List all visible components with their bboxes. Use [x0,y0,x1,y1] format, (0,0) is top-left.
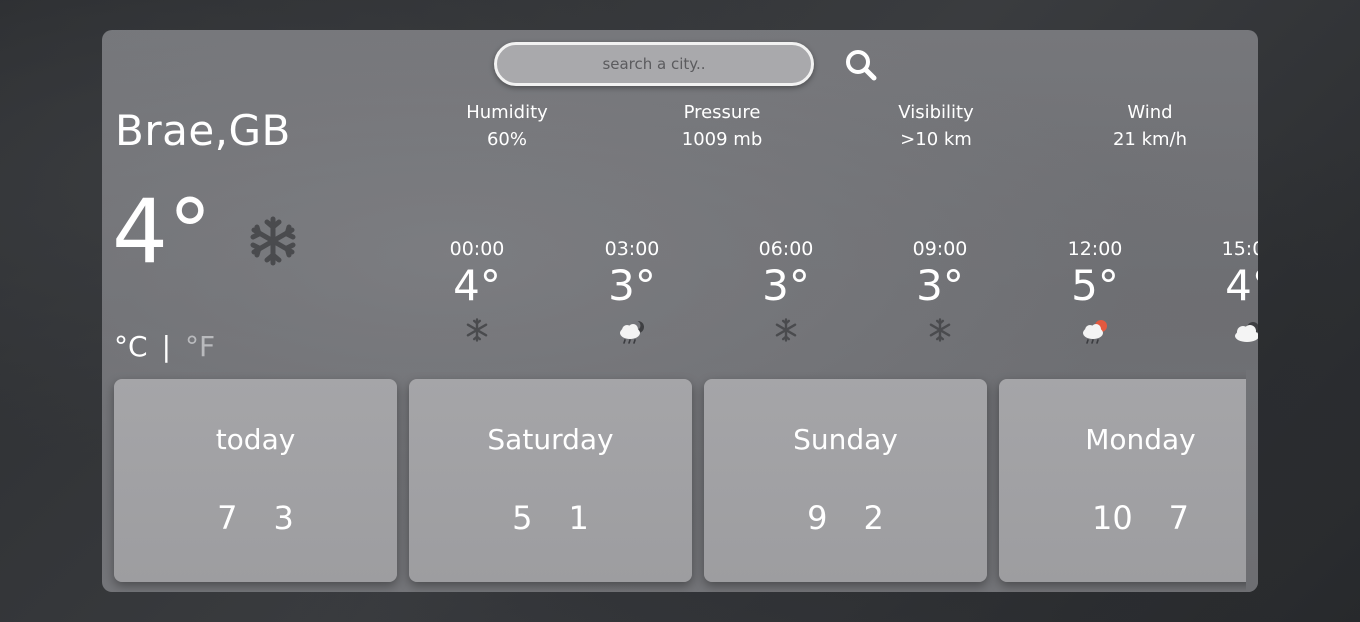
snowflake-icon [466,318,488,343]
search-input[interactable] [497,45,811,83]
current-temperature: 4° [112,180,212,283]
fahrenheit-toggle[interactable]: °F [185,330,215,363]
hourly-time: 12:00 [1067,238,1123,260]
hourly-time: 03:00 [604,238,660,260]
snowflake-icon [775,318,797,343]
celsius-toggle[interactable]: °C [114,330,148,363]
hourly-item: 00:00 4° [417,238,537,348]
hourly-time: 15:00 [1221,238,1258,260]
stat-value: 21 km/h [1112,129,1188,150]
hourly-temp: 4° [453,261,501,310]
weather-panel: Brae,GB 4° °C | °F Humidity 60% Pressure… [102,30,1258,592]
hourly-item: 03:00 3° [572,238,692,348]
daily-high: 9 [807,499,828,537]
hourly-temp: 5° [1071,261,1119,310]
daily-day-name: Monday [1085,423,1196,456]
stat-label: Humidity [466,102,548,123]
cloud-sun-rain-icon [1083,320,1107,345]
stat-label: Wind [1127,102,1173,123]
search-box [494,42,814,86]
search-button[interactable] [844,48,878,82]
daily-low: 1 [568,499,589,537]
daily-low: 2 [863,499,884,537]
stat-label: Pressure [683,102,761,123]
stat-humidity: Humidity 60% [427,102,587,150]
hourly-item: 06:00 3° [726,238,846,348]
daily-day-name: today [215,423,296,456]
hourly-temp: 3° [762,261,810,310]
daily-high: 7 [217,499,238,537]
hourly-time: 06:00 [758,238,814,260]
hourly-temp: 4° [1225,261,1258,310]
scroll-edge [1246,370,1258,592]
daily-low: 3 [273,499,294,537]
daily-low: 7 [1168,499,1190,537]
hourly-item: 12:00 5° [1035,238,1155,348]
snowflake-icon [250,216,296,266]
daily-card[interactable]: Sunday 9 2 [704,379,987,582]
daily-day-name: Saturday [487,423,614,456]
city-name: Brae,GB [115,106,291,155]
stat-visibility: Visibility >10 km [856,102,1016,150]
stat-value: >10 km [900,129,972,150]
unit-toggle: °C | °F [114,330,215,363]
search-icon [846,50,877,81]
cloud-icon [1235,322,1258,343]
hourly-time: 00:00 [449,238,505,260]
stat-wind: Wind 21 km/h [1070,102,1230,150]
stat-label: Visibility [898,102,974,123]
snowflake-icon [929,318,951,343]
cloud-moon-rain-icon [620,320,644,345]
stat-value: 60% [486,129,527,150]
hourly-temp: 3° [916,261,964,310]
daily-day-name: Sunday [793,423,898,456]
daily-high: 5 [512,499,533,537]
stat-pressure: Pressure 1009 mb [642,102,802,150]
hourly-item: 15:00 4° [1189,238,1258,348]
unit-separator: | [161,330,171,363]
hourly-temp: 3° [608,261,656,310]
hourly-item: 09:00 3° [880,238,1000,348]
stat-value: 1009 mb [681,129,763,150]
daily-high: 10 [1091,499,1133,537]
daily-card[interactable]: Saturday 5 1 [409,379,692,582]
daily-card[interactable]: today 7 3 [114,379,397,582]
daily-card[interactable]: Monday 10 7 [999,379,1258,582]
hourly-time: 09:00 [912,238,968,260]
